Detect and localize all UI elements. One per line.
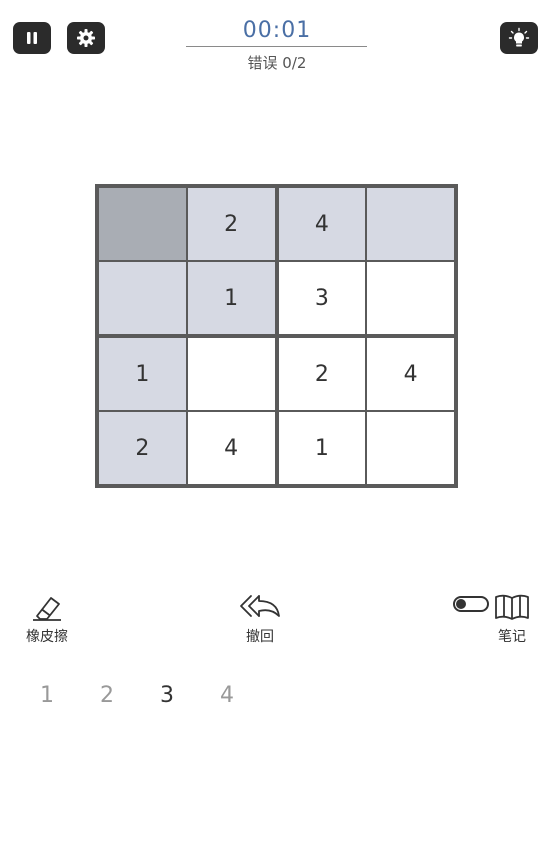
mistakes-counter: 错误 0/2 xyxy=(247,54,307,72)
sudoku-cell[interactable]: 2 xyxy=(99,412,186,484)
notes-button[interactable]: 笔记 xyxy=(490,592,534,646)
sudoku-cell[interactable]: 1 xyxy=(99,338,186,410)
lightbulb-icon xyxy=(508,27,530,47)
undo-button[interactable]: 撤回 xyxy=(232,592,288,646)
notes-label: 笔记 xyxy=(498,629,526,645)
undo-label: 撤回 xyxy=(246,629,274,645)
hint-button[interactable] xyxy=(500,22,538,54)
sudoku-cell[interactable] xyxy=(99,188,186,260)
notebook-icon xyxy=(495,594,529,620)
sudoku-cell[interactable] xyxy=(187,338,275,410)
sudoku-cell[interactable] xyxy=(367,262,454,334)
notes-toggle-knob xyxy=(456,599,466,609)
number-key[interactable]: 2 xyxy=(77,683,137,708)
sudoku-cell[interactable]: 2 xyxy=(187,188,275,260)
sudoku-board: 2413124241 xyxy=(95,184,458,488)
pause-icon xyxy=(27,32,37,44)
sudoku-cell[interactable] xyxy=(367,188,454,260)
undo-icon xyxy=(240,595,280,617)
gear-icon xyxy=(77,29,95,47)
number-key[interactable]: 1 xyxy=(17,683,77,708)
sudoku-cell[interactable]: 3 xyxy=(278,262,366,334)
sudoku-cell[interactable]: 4 xyxy=(187,412,275,484)
settings-button[interactable] xyxy=(67,22,105,54)
timer-display: 00:01 xyxy=(242,18,312,43)
sudoku-cell[interactable]: 1 xyxy=(187,262,275,334)
timer-underline xyxy=(186,46,367,47)
number-key[interactable]: 3 xyxy=(137,683,197,708)
sudoku-cell[interactable] xyxy=(99,262,186,334)
eraser-label: 橡皮擦 xyxy=(26,629,68,645)
sudoku-cell[interactable]: 4 xyxy=(367,338,454,410)
sudoku-cell[interactable]: 2 xyxy=(278,338,366,410)
number-key[interactable]: 4 xyxy=(197,683,257,708)
pause-button[interactable] xyxy=(13,22,51,54)
eraser-button[interactable]: 橡皮擦 xyxy=(17,592,77,646)
sudoku-cell[interactable] xyxy=(367,412,454,484)
notes-toggle[interactable] xyxy=(453,596,489,612)
number-pad: 1234 xyxy=(17,683,257,708)
eraser-icon xyxy=(33,597,61,621)
sudoku-cell[interactable]: 1 xyxy=(278,412,366,484)
sudoku-cell[interactable]: 4 xyxy=(278,188,366,260)
